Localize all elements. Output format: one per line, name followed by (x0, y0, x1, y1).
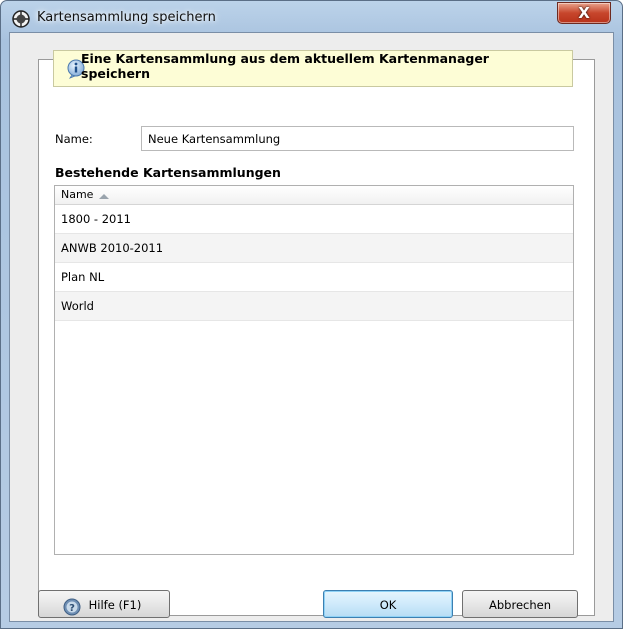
collections-list[interactable]: Name 1800 - 2011 ANWB 2010-2011 Plan NL … (54, 185, 574, 555)
list-item-label: World (61, 299, 94, 313)
dialog-window: Kartensammlung speichern X Eine Kartensa… (0, 0, 623, 629)
ok-button-label: OK (379, 598, 397, 612)
name-label: Name: (55, 132, 93, 146)
list-item[interactable]: World (55, 292, 573, 321)
cancel-button-label: Abbrechen (489, 598, 551, 612)
list-item[interactable]: 1800 - 2011 (55, 205, 573, 234)
info-message: Eine Kartensammlung aus dem aktuellem Ka… (81, 51, 489, 81)
close-icon: X (578, 4, 590, 22)
app-icon (12, 10, 30, 28)
svg-text:?: ? (69, 603, 75, 614)
help-button[interactable]: Hilfe (F1) (38, 590, 170, 618)
title-bar[interactable]: Kartensammlung speichern X (1, 1, 622, 33)
collections-title: Bestehende Kartensammlungen (55, 165, 281, 180)
ok-button[interactable]: OK (323, 590, 453, 618)
list-item[interactable]: ANWB 2010-2011 (55, 234, 573, 263)
cancel-button[interactable]: Abbrechen (462, 590, 578, 618)
close-button[interactable]: X (557, 2, 611, 24)
window-title: Kartensammlung speichern (37, 10, 216, 25)
list-item[interactable]: Plan NL (55, 263, 573, 292)
help-icon: ? (63, 598, 81, 616)
name-input[interactable] (141, 126, 574, 151)
column-header-label: Name (61, 188, 94, 201)
sort-ascending-icon (99, 194, 109, 199)
list-item-label: Plan NL (61, 270, 105, 284)
list-item-label: 1800 - 2011 (61, 212, 131, 226)
column-header-name[interactable]: Name (55, 186, 573, 205)
list-item-label: ANWB 2010-2011 (61, 241, 164, 255)
